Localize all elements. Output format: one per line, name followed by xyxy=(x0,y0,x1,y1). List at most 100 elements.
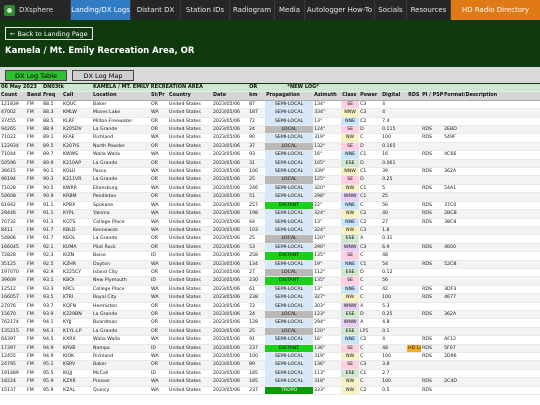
log-info-row: 06 May 2023 DN03tk KAMELA / MT. EMILY RE… xyxy=(0,84,540,93)
cell-power: 25 xyxy=(381,192,408,202)
cell-freq: 88.3 xyxy=(42,108,62,118)
cell-azimuth: 112° xyxy=(313,268,342,278)
table-row[interactable]: 50608 FM 90.9 KRBM Pendleton OR United States 2… xyxy=(0,192,540,202)
column-header-st-pr[interactable]: St/Pr xyxy=(150,91,169,101)
cell-freq: 89.5 xyxy=(42,142,62,152)
cell-direction: ESE xyxy=(341,159,360,169)
table-row[interactable]: 37455 FM 88.5 KLRF Milton-Freewater OR United … xyxy=(0,117,540,127)
cell-st-pr: WA xyxy=(150,209,169,219)
nav-station-ids[interactable]: Station IDs xyxy=(180,0,229,20)
table-row[interactable]: 96194 FM 90.3 K211VR La Grande OR United State… xyxy=(0,175,540,185)
column-header-azimuth[interactable]: Azimuth xyxy=(313,91,342,101)
table-row[interactable]: 15670 FM 93.9 K229BN La Grande OR United State… xyxy=(0,310,540,320)
cell-direction: NNE xyxy=(341,335,360,345)
table-row[interactable]: 166057 FM 93.5 KTRI Royal City WA United State… xyxy=(0,293,540,303)
cell-location: La Grande xyxy=(92,175,151,185)
nav-distant-dx[interactable]: Distant DX xyxy=(130,0,180,20)
column-header-call[interactable]: Call xyxy=(62,91,93,101)
cell-pi-psp: 2BCB xyxy=(443,209,540,219)
nav-radiogram[interactable]: Radiogram xyxy=(229,0,274,20)
table-row[interactable]: 24795 FM 95.1 KSRV Baker OR United States 2023/… xyxy=(0,360,540,370)
dx-log-table-button[interactable]: DX Log Table xyxy=(5,70,67,81)
cell-class: D xyxy=(359,125,382,135)
column-header-class[interactable]: Class xyxy=(341,91,360,101)
column-header-pi-psp[interactable]: PI / PSP xyxy=(421,91,444,101)
table-row[interactable]: 54806 FM 91.7 KEOL La Grande OR United States 2… xyxy=(0,234,540,244)
table-row[interactable]: 12512 FM 93.3 KRCL College Place WA United Sta… xyxy=(0,285,540,295)
cell-direction: SE xyxy=(341,276,360,286)
table-row[interactable]: 64397 FM 94.5 KXRX Walla Walla WA United State… xyxy=(0,335,540,345)
table-row[interactable]: 39609 FM 93.1 KBOI New Plymouth ID United Stat… xyxy=(0,276,540,286)
cell-date: 2023/05/06 xyxy=(212,386,249,396)
table-row[interactable]: 36615 FM 90.1 KOLU Pasco WA United States 2023/… xyxy=(0,167,540,177)
column-header-power[interactable]: Power xyxy=(359,91,382,101)
column-header-date[interactable]: Date xyxy=(212,91,249,101)
table-row[interactable]: 29446 FM 91.1 KYPL Yakima WA United States 2023… xyxy=(0,209,540,219)
table-row[interactable]: 35125 FM 92.5 KZHR Dayton WA United States 2023… xyxy=(0,260,540,269)
cell-pi-psp: 54A1 xyxy=(443,184,540,194)
cell-band: FM xyxy=(26,243,42,253)
table-row[interactable]: 197070 FM 92.9 K225CY Island City OR United St… xyxy=(0,268,540,278)
column-header-rds[interactable]: RDS xyxy=(407,91,422,101)
column-header-band[interactable]: Band xyxy=(26,91,42,101)
column-header-freq[interactable]: Freq xyxy=(42,91,62,101)
dx-log-map-button[interactable]: DX Log Map xyxy=(72,70,134,81)
nav-media[interactable]: Media xyxy=(274,0,304,20)
table-row[interactable]: 72828 FM 92.3 KIZN Boise ID United States 2023/… xyxy=(0,251,540,261)
table-row[interactable]: 27076 FM 93.7 KQFN Hermiston OR United States 2… xyxy=(0,302,540,311)
receiver-state: OR xyxy=(248,84,266,93)
column-header-km[interactable]: km xyxy=(248,91,266,101)
cell-freq: 93.7 xyxy=(42,302,62,311)
cell-propagation: SEMI-LOCAL xyxy=(265,209,314,219)
nav-landing-dx-logs[interactable]: Landing/DX Logs xyxy=(70,0,130,20)
cell-direction: NW xyxy=(341,184,360,194)
column-header-format[interactable]: Format/Description xyxy=(443,91,540,101)
table-row[interactable]: 762174 FM 94.1 KYJJ Boardman OR United States 2… xyxy=(0,318,540,328)
cell-km: 91 xyxy=(248,335,266,345)
nav-hd-radio-directory[interactable]: HD Radio Directory xyxy=(450,0,540,20)
brand[interactable]: DXsphere xyxy=(0,0,70,20)
cell-call: KEOL xyxy=(62,234,93,244)
cell-azimuth: 339° xyxy=(313,167,342,177)
table-row[interactable]: 191489 FM 95.5 KUJJ McCall ID United States 202… xyxy=(0,369,540,379)
dx-log-table-container[interactable]: 06 May 2023 DN03tk KAMELA / MT. EMILY RE… xyxy=(0,84,540,405)
nav-resources[interactable]: Resources xyxy=(406,0,450,20)
column-header-location[interactable]: Location xyxy=(92,91,151,101)
table-row[interactable]: 135215 FM 94.3 K1YL-LP La Grande OR United Sta… xyxy=(0,327,540,337)
table-row[interactable]: 71044 FM 89.7 KWWS Walla Walla WA United State… xyxy=(0,150,540,160)
table-row[interactable]: 122934 FM 89.5 K207IS North Powder OR United S… xyxy=(0,142,540,152)
cell-location: La Grande xyxy=(92,327,151,337)
table-row[interactable]: 94265 FM 88.9 K205DV La Grande OR United State… xyxy=(0,125,540,135)
table-row[interactable]: 166045 FM 92.1 KUMA Pilot Rock OR United State… xyxy=(0,243,540,253)
column-header-country[interactable]: Country xyxy=(168,91,213,101)
table-row[interactable]: 47002 FM 88.3 KMLW Moses Lake WA United States… xyxy=(0,108,540,118)
column-header-propagation[interactable]: Propagation xyxy=(265,91,314,101)
cell-direction: SE xyxy=(341,142,360,152)
cell-location: Dayton xyxy=(92,260,151,269)
table-row[interactable]: 71028 FM 90.5 KWRR Ellensburg WA United States… xyxy=(0,184,540,194)
table-row[interactable]: 12455 FM 94.9 KIOK Richland WA United States 20… xyxy=(0,352,540,362)
table-row[interactable]: 121839 FM 88.1 KQUC Baker OR United States 2023… xyxy=(0,100,540,110)
cell-country: United States xyxy=(168,251,213,261)
table-row[interactable]: 70732 FM 91.3 KGTS College Place WA United Sta… xyxy=(0,218,540,227)
cell-st-pr: OR xyxy=(150,142,169,152)
back-to-landing-button[interactable]: ← Back to Landing Page xyxy=(5,27,93,40)
cell-country: United States xyxy=(168,310,213,320)
table-row[interactable]: 17397 FM 94.9 KRVB Nampa ID United States 2023/… xyxy=(0,344,540,354)
cell-country: United States xyxy=(168,360,213,370)
table-row[interactable]: 61942 FM 91.1 KPBX Spokane WA United States 202… xyxy=(0,201,540,211)
nav-socials[interactable]: Socials xyxy=(374,0,406,20)
table-row[interactable]: 18224 FM 95.9 KZXR Prosser WA United States 202… xyxy=(0,377,540,387)
table-row[interactable]: 15137 FM 95.9 KZAL Quincy WA United States 2023… xyxy=(0,386,540,396)
cell-propagation: SEMI-LOCAL xyxy=(265,318,314,328)
table-row[interactable]: 50596 FM 89.9 K210AP La Grande OR United State… xyxy=(0,159,540,169)
column-header-digital[interactable]: Digital xyxy=(381,91,408,101)
cell-date: 2023/05/06 xyxy=(212,150,249,160)
column-header-count[interactable]: Count xyxy=(0,91,26,101)
nav-autologger-how-to[interactable]: Autologger How-To xyxy=(304,0,374,20)
table-row[interactable]: 71022 FM 89.1 KFAE Richland WA United States 20… xyxy=(0,133,540,143)
cell-freq: 90.5 xyxy=(42,184,62,194)
table-row[interactable]: 8411 FM 91.7 KBLD Kennewick WA United States 20… xyxy=(0,226,540,236)
cell-pi-psp xyxy=(443,302,540,311)
cell-date: 2023/05/06 xyxy=(212,226,249,236)
